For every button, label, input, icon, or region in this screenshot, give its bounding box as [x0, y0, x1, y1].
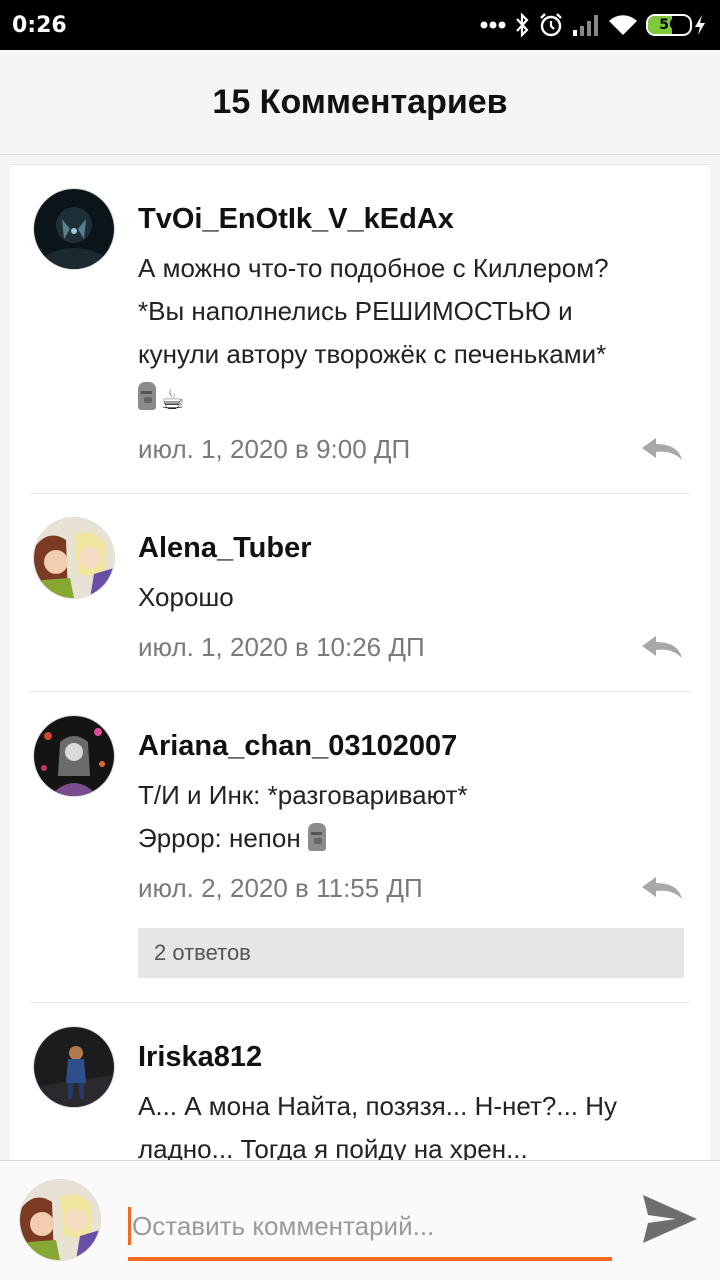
coffee-emoji: ☕	[160, 384, 186, 415]
avatar[interactable]	[34, 518, 114, 598]
comment-text-line: Хорошо	[138, 582, 234, 612]
alarm-icon	[540, 13, 562, 37]
header: 15 Комментариев	[0, 50, 720, 155]
status-time: 0:26	[12, 12, 67, 38]
comment-item: Alena_Tuber Хорошо июл. 1, 2020 в 10:26 …	[30, 494, 690, 692]
comment-text-line-with-emoji: Эррор: непон	[138, 817, 684, 860]
comment-input[interactable]	[128, 1195, 612, 1261]
comment-text: А можно что-то подобное с Киллером? *Вы …	[138, 247, 684, 421]
avatar-image	[34, 1027, 114, 1107]
send-icon	[643, 1195, 697, 1243]
comment-text-line: ладно... Тогда я пойду на хрен...	[138, 1134, 528, 1160]
comment-username[interactable]: Ariana_chan_03102007	[138, 728, 684, 764]
avatar-image	[34, 189, 114, 269]
reply-icon[interactable]	[640, 434, 684, 464]
avatar-image	[20, 1180, 100, 1260]
bluetooth-icon	[516, 12, 529, 38]
avatar[interactable]	[34, 189, 114, 269]
comment-text-line: Т/И и Инк: *разговаривают*	[138, 780, 468, 810]
status-icons: 56	[480, 12, 706, 38]
comment-text-line: А можно что-то подобное с Киллером?	[138, 253, 609, 283]
comment-date: июл. 1, 2020 в 9:00 ДП	[138, 433, 411, 464]
avatar-image	[34, 518, 114, 598]
comments-list[interactable]: TvOi_EnOtIk_V_kEdAx А можно что-то подоб…	[10, 164, 710, 1160]
comment-text-line: А... А мона Найта, позязя... Н-нет?... Н…	[138, 1091, 618, 1121]
current-user-avatar[interactable]	[20, 1180, 100, 1260]
comment-username[interactable]: TvOi_EnOtIk_V_kEdAx	[138, 201, 684, 237]
text-caret	[128, 1207, 131, 1245]
comment-text-line: кунули автору творожёк с печеньками*	[138, 339, 607, 369]
battery-icon: 56	[646, 14, 706, 36]
avatar-image	[34, 716, 114, 796]
comment-composer	[0, 1160, 720, 1280]
battery-body: 56	[646, 14, 692, 36]
moai-emoji	[307, 823, 326, 851]
comment-text-line: *Вы наполнелись РЕШИМОСТЬЮ и	[138, 296, 573, 326]
comment-meta: июл. 2, 2020 в 11:55 ДП	[138, 868, 684, 908]
avatar[interactable]	[34, 1027, 114, 1107]
comment-date: июл. 1, 2020 в 10:26 ДП	[138, 631, 425, 662]
moai-emoji	[138, 382, 156, 410]
reply-icon[interactable]	[640, 632, 684, 662]
comment-username[interactable]: Iriska812	[138, 1039, 684, 1075]
page-title: 15 Комментариев	[212, 82, 508, 121]
comment-date: июл. 2, 2020 в 11:55 ДП	[138, 872, 423, 903]
comment-meta: июл. 1, 2020 в 10:26 ДП	[138, 627, 684, 667]
dots-icon	[480, 21, 506, 29]
wifi-icon	[609, 15, 637, 35]
comment-text: Т/И и Инк: *разговаривают* Эррор: непон	[138, 774, 684, 860]
comment-meta: июл. 1, 2020 в 9:00 ДП	[138, 429, 684, 469]
battery-level: 56	[659, 17, 679, 33]
send-button[interactable]	[640, 1189, 700, 1249]
comment-text-line: Эррор: непон	[138, 823, 301, 853]
comment-text: Хорошо	[138, 576, 684, 619]
emoji-line: ☕	[138, 376, 684, 421]
status-bar: 0:26 56	[0, 0, 720, 50]
reply-icon[interactable]	[640, 873, 684, 903]
signal-icon	[573, 15, 598, 36]
comment-text: А... А мона Найта, позязя... Н-нет?... Н…	[138, 1085, 684, 1160]
comment-username[interactable]: Alena_Tuber	[138, 530, 684, 566]
charging-icon	[695, 15, 705, 35]
avatar[interactable]	[34, 716, 114, 796]
replies-button[interactable]: 2 ответов	[138, 928, 684, 978]
comment-item: TvOi_EnOtIk_V_kEdAx А можно что-то подоб…	[30, 165, 690, 494]
comment-item: Iriska812 А... А мона Найта, позязя... Н…	[30, 1003, 690, 1160]
comment-item: Ariana_chan_03102007 Т/И и Инк: *разгова…	[30, 692, 690, 1003]
